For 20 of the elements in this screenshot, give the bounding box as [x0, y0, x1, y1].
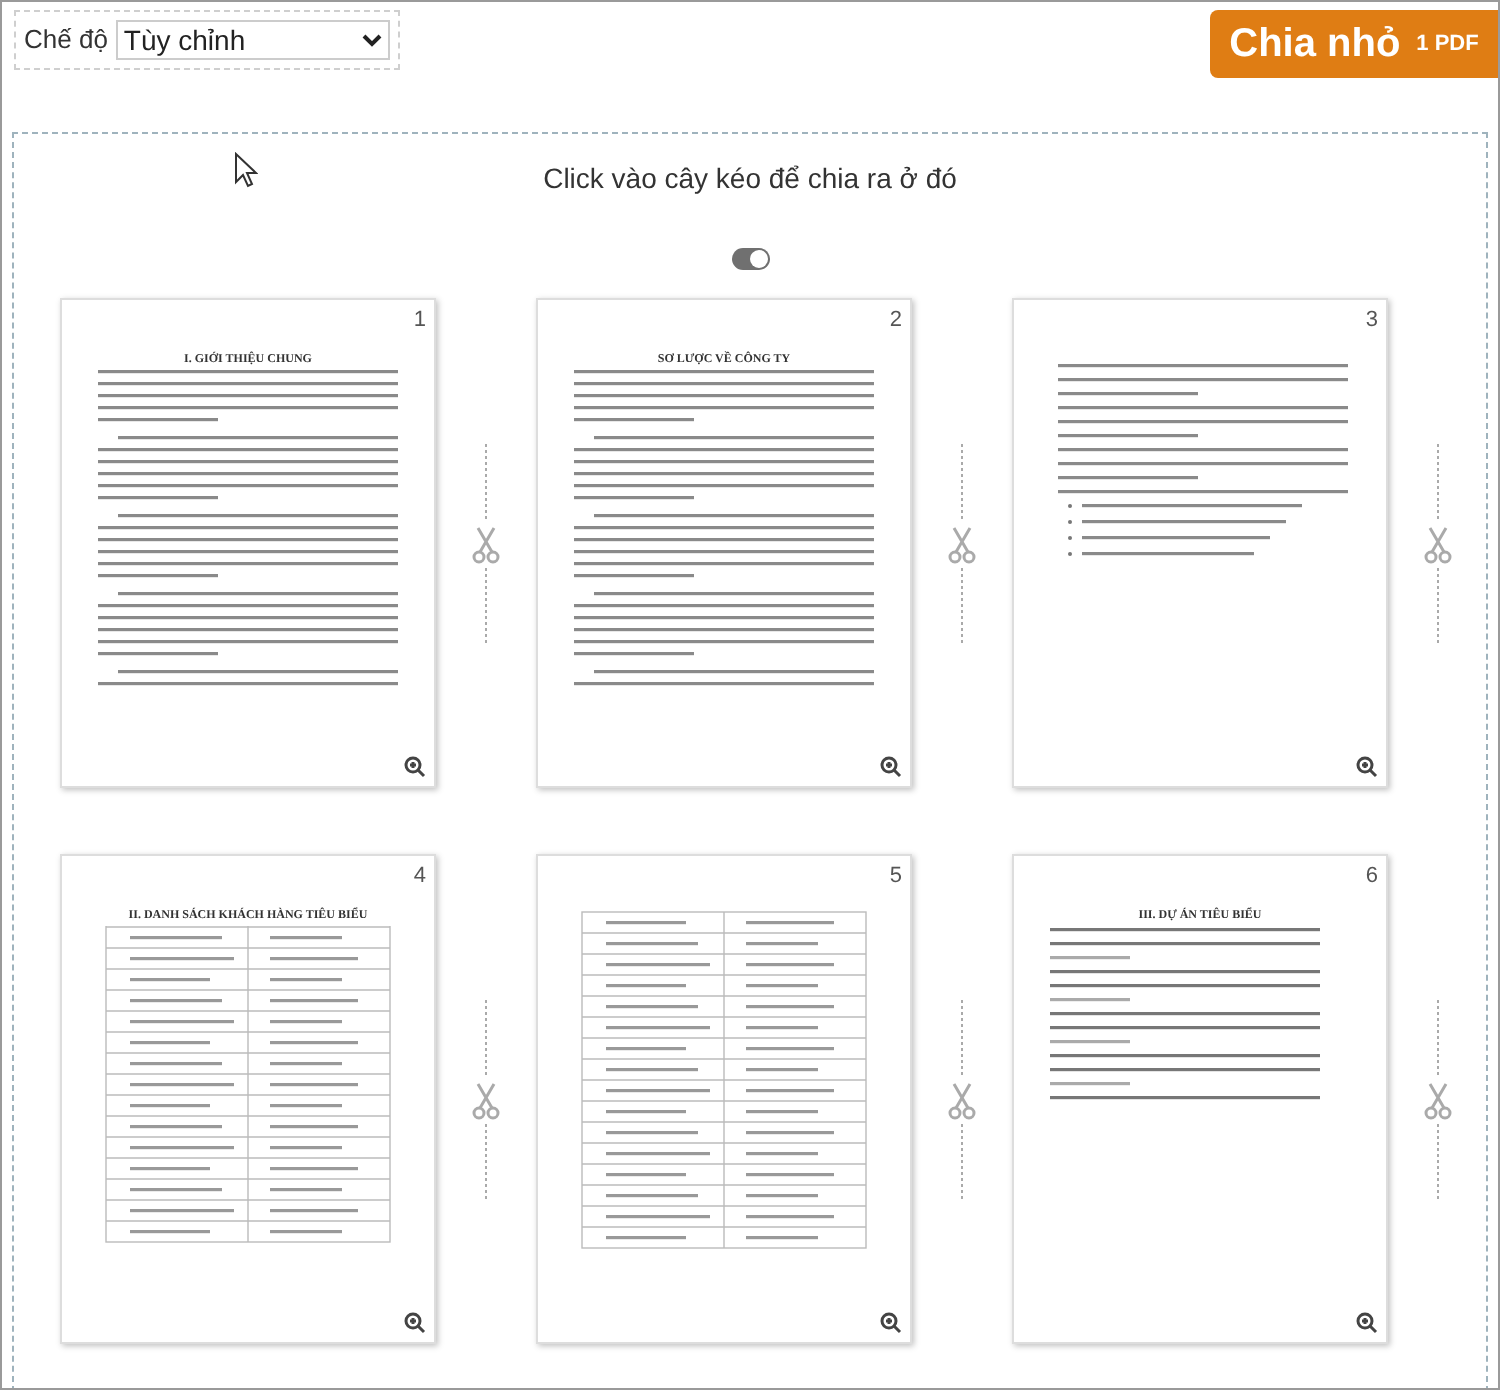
toggle-switch[interactable] — [731, 248, 769, 270]
page-thumbnail[interactable]: 5 — [536, 854, 912, 1344]
zoom-in-icon[interactable] — [404, 756, 426, 778]
page-number: 3 — [1365, 306, 1378, 336]
zoom-in-icon[interactable] — [880, 756, 902, 778]
mode-select[interactable]: Tùy chỉnh — [115, 20, 390, 60]
instruction-text: Click vào cây kéo để chia ra ở đó — [543, 160, 957, 198]
zoom-in-icon[interactable] — [880, 1312, 902, 1334]
page-thumbnail[interactable]: 3 — [1012, 298, 1388, 788]
zoom-in-icon[interactable] — [404, 1312, 426, 1334]
zoom-in-icon[interactable] — [1356, 756, 1378, 778]
page-number: 4 — [413, 862, 426, 892]
page-number: 2 — [889, 306, 902, 336]
zoom-in-icon[interactable] — [1356, 1312, 1378, 1334]
mode-label: Chế độ — [24, 22, 108, 59]
chevron-down-icon — [362, 33, 382, 47]
page-number: 5 — [889, 862, 902, 892]
page-number: 6 — [1365, 862, 1378, 892]
page-number: 1 — [413, 306, 426, 336]
mouse-cursor-icon — [234, 152, 258, 188]
